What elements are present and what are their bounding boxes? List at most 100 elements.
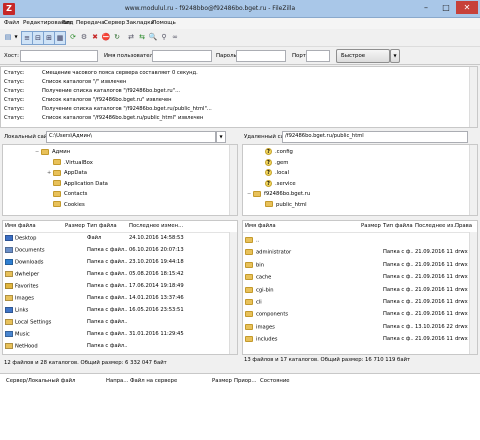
remote-file-row[interactable]: cgi-bin Папка с ф...21.09.2016 11:3...drw…	[243, 285, 477, 295]
sync-browse-icon[interactable]: ⇆	[137, 31, 147, 43]
process-queue-icon[interactable]: ⚙	[79, 31, 89, 43]
local-file-row[interactable]: Downloads Папка с файл... 23.10.2016 19:44…	[3, 257, 237, 267]
remote-file-row[interactable]: ..	[243, 235, 477, 245]
tree-node[interactable]: public_html	[259, 200, 307, 210]
menu-transfer[interactable]: Передача	[76, 20, 105, 26]
local-path-dropdown-icon[interactable]: ▼	[216, 131, 226, 143]
menu-bookmarks[interactable]: Закладки	[126, 20, 154, 26]
tree-node[interactable]: − f92486bo.bget.ru	[247, 189, 310, 199]
remote-path-input[interactable]: /f92486bo.bget.ru/public_html	[282, 131, 468, 143]
queue-col-size[interactable]: Размер	[212, 378, 232, 384]
username-input[interactable]	[152, 50, 212, 62]
password-input[interactable]	[236, 50, 286, 62]
filter-icon[interactable]: ⚲	[159, 31, 169, 43]
local-file-row[interactable]: Documents Папка с файл... 06.10.2016 20:07…	[3, 245, 237, 255]
log-scrollbar[interactable]	[469, 67, 477, 127]
tree-node[interactable]: ? .service	[259, 179, 296, 189]
local-file-row[interactable]: dwhelper Папка с файл... 05.08.2016 18:15:…	[3, 269, 237, 279]
queue-col-priority[interactable]: Приор...	[234, 378, 256, 384]
remote-status-text: 13 файлов и 17 каталогов. Общий размер: …	[244, 357, 411, 363]
queue-col-remote[interactable]: Файл на сервере	[130, 378, 177, 384]
tree-node[interactable]: ? .local	[259, 168, 289, 178]
port-input[interactable]	[306, 50, 330, 62]
remote-tree-scrollbar[interactable]	[469, 145, 477, 215]
remote-col-permissions[interactable]: Права	[455, 223, 472, 229]
folder-icon	[5, 271, 13, 277]
remote-file-row[interactable]: cli Папка с ф...21.09.2016 11:3...drwx	[243, 297, 477, 307]
local-file-row[interactable]: Music Папка с файл... 31.01.2016 11:29:45	[3, 329, 237, 339]
local-path-input[interactable]: C:\Users\Админ\	[46, 131, 216, 143]
menu-server[interactable]: Сервер	[104, 20, 125, 26]
local-file-row[interactable]: Desktop Файл 24.10.2016 14:58:53	[3, 233, 237, 243]
menu-help[interactable]: Помощь	[152, 20, 176, 26]
tree-node[interactable]: Contacts	[47, 189, 87, 199]
local-file-row[interactable]: Favorites Папка с файл... 17.06.2014 19:18…	[3, 281, 237, 291]
search-icon[interactable]: 🔍	[148, 31, 158, 43]
local-file-name-text: Music	[15, 331, 30, 338]
tree-node[interactable]: ? .gem	[259, 158, 288, 168]
compare-icon[interactable]: ⇄	[126, 31, 136, 43]
maximize-button[interactable]: □	[436, 1, 456, 14]
remote-file-modified: 13.10.2016 22:1...	[415, 323, 453, 330]
remote-file-modified: 21.09.2016 11:3...	[415, 261, 453, 268]
tree-node[interactable]: ? .config	[259, 147, 293, 157]
host-input[interactable]	[20, 50, 98, 62]
remote-col-type[interactable]: Тип файла	[383, 223, 413, 229]
tree-node[interactable]: Application Data	[47, 179, 108, 189]
remote-file-row[interactable]: includes Папка с ф...21.09.2016 11:3...dr…	[243, 334, 477, 344]
site-manager-dropdown-icon[interactable]: ▼	[13, 31, 19, 43]
remote-file-type: Папка с ф...	[383, 286, 413, 293]
folder-icon	[41, 148, 49, 155]
remote-col-name[interactable]: Имя файла	[245, 223, 276, 229]
local-file-row[interactable]: Links Папка с файл... 16.05.2016 23:53:51	[3, 305, 237, 315]
binoculars-icon[interactable]: ∞	[170, 31, 180, 43]
toolbar: ▤ ▼ ≡ ⊟ ⊞ ▦ ⟳ ⚙ ✖ ⛔ ↻ ⇄ ⇆ 🔍 ⚲ ∞	[0, 29, 480, 47]
tree-node[interactable]: Cookies	[47, 200, 85, 210]
disconnect-icon[interactable]: ⛔	[101, 31, 111, 43]
unknown-folder-icon: ?	[265, 148, 272, 155]
site-manager-icon[interactable]: ▤	[3, 31, 13, 43]
local-file-row[interactable]: Images Папка с файл... 14.01.2016 13:37:46	[3, 293, 237, 303]
remote-file-row[interactable]: components Папка с ф...21.09.2016 11:3...…	[243, 309, 477, 319]
cancel-icon[interactable]: ✖	[90, 31, 100, 43]
remote-file-row[interactable]: cache Папка с ф...21.09.2016 11:3...drwx	[243, 272, 477, 282]
transfer-queue: Сервер/Локальный файл Напра... Файл на с…	[0, 373, 480, 440]
remote-file-name-text: cli	[256, 299, 262, 306]
log-row: Статус: Список каталогов "/f92486bo.bget.…	[4, 97, 172, 104]
remote-file-permissions: drwx	[455, 311, 468, 318]
remote-col-size[interactable]: Размер	[361, 223, 381, 229]
local-file-name: Downloads	[5, 259, 63, 266]
remote-file-row[interactable]: images Папка с ф...13.10.2016 22:1...drwx	[243, 322, 477, 332]
local-file-row[interactable]: Local Settings Папка с файл...	[3, 317, 237, 327]
local-col-modified[interactable]: Последнее измен...	[129, 223, 183, 229]
local-col-size[interactable]: Размер	[65, 223, 85, 229]
queue-col-local[interactable]: Сервер/Локальный файл	[6, 378, 75, 384]
local-file-type: Папка с файл...	[87, 271, 127, 277]
remote-file-row[interactable]: bin Папка с ф...21.09.2016 11:3...drwx	[243, 260, 477, 270]
local-file-modified: 23.10.2016 19:44:18	[129, 259, 184, 265]
local-tree-scrollbar[interactable]	[229, 145, 237, 215]
local-file-row[interactable]: NetHood Папка с файл...	[3, 341, 237, 351]
tree-node[interactable]: − Админ	[35, 147, 70, 157]
tree-node[interactable]: .VirtualBox	[47, 158, 93, 168]
minimize-button[interactable]: –	[416, 1, 436, 14]
tree-node[interactable]: + AppData	[47, 168, 87, 178]
local-col-type[interactable]: Тип файла	[87, 223, 117, 229]
menu-view[interactable]: Вид	[62, 20, 73, 26]
toggle-queue-icon[interactable]: ▦	[54, 31, 66, 45]
menu-file[interactable]: Файл	[4, 20, 19, 26]
queue-col-status[interactable]: Состояние	[260, 378, 290, 384]
quickconnect-dropdown-icon[interactable]: ▼	[390, 49, 400, 63]
remote-file-name: includes	[245, 336, 355, 343]
local-col-name[interactable]: Имя файла	[5, 223, 36, 229]
remote-file-name-text: components	[256, 311, 289, 318]
refresh-icon[interactable]: ⟳	[68, 31, 78, 43]
reconnect-icon[interactable]: ↻	[112, 31, 122, 43]
queue-col-direction[interactable]: Напра...	[106, 378, 128, 384]
close-button[interactable]: ✕	[456, 1, 478, 14]
remote-file-name: components	[245, 311, 355, 318]
quickconnect-button[interactable]: Быстрое соединение	[336, 49, 390, 71]
remote-col-modified[interactable]: Последнее из...	[415, 223, 458, 229]
remote-file-row[interactable]: administrator Папка с ф...21.09.2016 11:3…	[243, 247, 477, 257]
log-kind: Статус:	[4, 88, 25, 94]
